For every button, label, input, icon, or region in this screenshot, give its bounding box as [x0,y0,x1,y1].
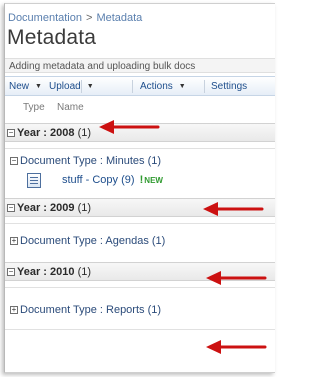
expand-icon[interactable]: + [10,306,18,314]
breadcrumb: Documentation > Metadata [8,12,142,24]
chevron-down-icon: ▼ [178,83,186,90]
list-description: Adding metadata and uploading bulk docs [5,58,275,73]
column-header-name[interactable]: Name [57,102,84,113]
collapse-icon[interactable]: − [7,204,15,212]
group-divider [5,287,275,288]
subgroup-label: Document Type : Agendas [20,235,149,247]
collapse-icon[interactable]: − [10,157,18,165]
settings-menu-button[interactable]: Settings [211,81,247,92]
group-divider [5,223,275,224]
subgroup-label: Document Type : Minutes [20,155,145,167]
subgroup-row-agendas[interactable]: + Document Type : Agendas (1) [5,233,275,250]
new-menu-label: New [9,81,30,92]
red-arrow-icon [203,202,264,216]
group-count: (1) [77,266,92,278]
breadcrumb-current[interactable]: Metadata [96,12,142,24]
list-item[interactable]: stuff - Copy (9) !NEW [5,172,275,190]
collapse-icon[interactable]: − [7,268,15,276]
red-arrow-icon [99,120,160,134]
subgroup-row-reports[interactable]: + Document Type : Reports (1) [5,302,275,319]
toolbar-divider [204,80,205,93]
red-arrow-icon [206,271,267,285]
document-library-frame: Documentation > Metadata Metadata Adding m… [4,3,275,373]
actions-menu-button[interactable]: Actions ▼ [140,81,186,92]
document-link[interactable]: stuff - Copy [62,174,118,186]
collapse-icon[interactable]: − [7,129,15,137]
subgroup-count: (1) [147,155,162,167]
group-label: Year : 2009 [17,202,75,214]
column-header-row: Type Name [5,99,275,117]
subgroup-count: (1) [151,235,166,247]
chevron-down-icon: ▼ [86,83,94,90]
upload-menu-label: Upload [49,81,81,92]
red-arrow-icon [206,340,267,354]
new-badge: NEW [144,176,163,185]
actions-menu-label: Actions [140,81,173,92]
toolbar-divider [132,80,133,93]
column-header-type[interactable]: Type [23,102,45,113]
group-divider [5,148,275,149]
page-title: Metadata [7,26,97,49]
breadcrumb-separator: > [86,12,93,24]
document-version-count: (9) [121,174,135,186]
breadcrumb-root-link[interactable]: Documentation [8,12,82,24]
chevron-down-icon: ▼ [35,83,42,90]
group-label: Year : 2010 [17,266,75,278]
group-count: (1) [77,202,92,214]
settings-menu-label: Settings [211,81,248,92]
new-exclamation-icon: ! [139,174,144,186]
subgroup-row-minutes[interactable]: − Document Type : Minutes (1) [5,153,275,170]
upload-menu-button[interactable]: Upload ▼ [49,81,94,92]
group-count: (1) [77,127,92,139]
list-toolbar: New ▼ Upload ▼ Actions ▼ Settings [5,76,275,96]
group-divider [5,329,275,330]
group-label: Year : 2008 [17,127,75,139]
subgroup-count: (1) [147,304,162,316]
subgroup-label: Document Type : Reports [20,304,145,316]
new-menu-button[interactable]: New ▼ [9,81,42,92]
word-document-icon[interactable] [27,173,41,188]
expand-icon[interactable]: + [10,237,18,245]
